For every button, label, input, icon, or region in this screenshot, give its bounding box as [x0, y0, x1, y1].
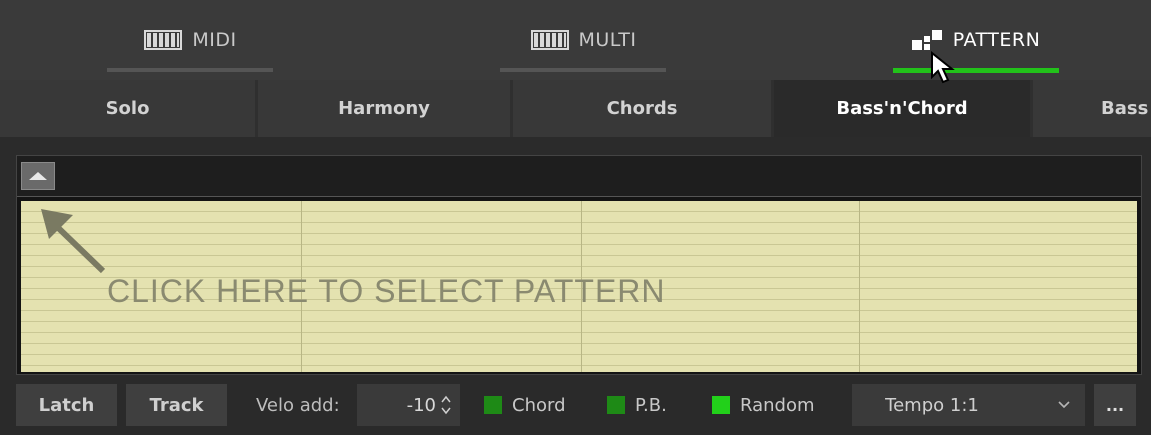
tab-pattern[interactable]: PATTERN — [893, 0, 1059, 80]
chord-toggle[interactable]: Chord — [484, 384, 566, 426]
stepper-arrows-icon[interactable] — [440, 394, 452, 416]
piano-keys-icon — [143, 29, 183, 51]
tempo-dropdown[interactable]: Tempo 1:1 — [852, 384, 1085, 426]
pb-toggle-label: P.B. — [635, 394, 667, 416]
tab-midi-head: MIDI — [143, 29, 236, 51]
hint-arrow-icon — [41, 209, 106, 274]
latch-label: Latch — [38, 394, 95, 416]
random-toggle-box — [712, 396, 730, 414]
grid-divider — [859, 201, 860, 372]
pattern-blocks-icon — [911, 29, 944, 51]
chord-toggle-box — [484, 396, 502, 414]
tab-multi[interactable]: MULTI — [500, 0, 666, 80]
triangle-up-icon — [29, 172, 47, 180]
subtab-chords-label: Chords — [606, 98, 678, 119]
tab-multi-underline — [500, 68, 666, 72]
pattern-header — [17, 156, 1141, 197]
velo-add-label: Velo add: — [256, 394, 340, 416]
velo-add-input[interactable]: -10 — [357, 384, 460, 426]
subtab-harmony-label: Harmony — [338, 98, 430, 119]
random-toggle[interactable]: Random — [712, 384, 815, 426]
select-pattern-hint[interactable]: CLICK HERE TO SELECT PATTERN — [107, 273, 666, 310]
tab-multi-head: MULTI — [530, 29, 637, 51]
collapse-button[interactable] — [21, 162, 55, 190]
subtab-bass-n-chord[interactable]: Bass'n'Chord — [774, 80, 1030, 137]
subtab-harmony[interactable]: Harmony — [258, 80, 510, 137]
more-options-label: ... — [1105, 395, 1125, 415]
subtab-chords[interactable]: Chords — [513, 80, 771, 137]
tempo-value: Tempo 1:1 — [885, 394, 979, 416]
subtab-bass-label: Bass — [1101, 98, 1149, 119]
chord-toggle-label: Chord — [512, 394, 566, 416]
pb-toggle-box — [607, 396, 625, 414]
pb-toggle[interactable]: P.B. — [607, 384, 667, 426]
track-button[interactable]: Track — [126, 384, 227, 426]
tab-midi-label: MIDI — [192, 29, 237, 51]
more-options-button[interactable]: ... — [1094, 384, 1136, 426]
mode-tab-bar: MIDI MULTI PATTERN — [0, 0, 1151, 80]
tab-midi[interactable]: MIDI — [107, 0, 273, 80]
random-toggle-label: Random — [740, 394, 815, 416]
mouse-cursor-icon — [931, 51, 955, 84]
pattern-toolbar: Latch Track Velo add: -10 Chord P.B. Ran… — [0, 380, 1151, 435]
sub-tab-bar: Solo Harmony Chords Bass'n'Chord Bass — [0, 80, 1151, 137]
tab-midi-underline — [107, 68, 273, 72]
tab-pattern-underline — [893, 68, 1059, 73]
subtab-solo-label: Solo — [105, 98, 150, 119]
pattern-editor: CLICK HERE TO SELECT PATTERN — [16, 155, 1142, 375]
latch-button[interactable]: Latch — [16, 384, 117, 426]
subtab-solo[interactable]: Solo — [0, 80, 255, 137]
velo-add-value: -10 — [406, 394, 436, 416]
piano-keys-icon — [530, 29, 570, 51]
track-label: Track — [149, 394, 204, 416]
chevron-down-icon — [1058, 401, 1070, 409]
subtab-bass-n-chord-label: Bass'n'Chord — [836, 98, 968, 119]
subtab-bass[interactable]: Bass — [1033, 80, 1151, 137]
tab-pattern-head: PATTERN — [911, 29, 1041, 51]
tab-multi-label: MULTI — [578, 29, 637, 51]
tab-pattern-label: PATTERN — [952, 29, 1041, 51]
pattern-grid[interactable]: CLICK HERE TO SELECT PATTERN — [21, 201, 1137, 372]
